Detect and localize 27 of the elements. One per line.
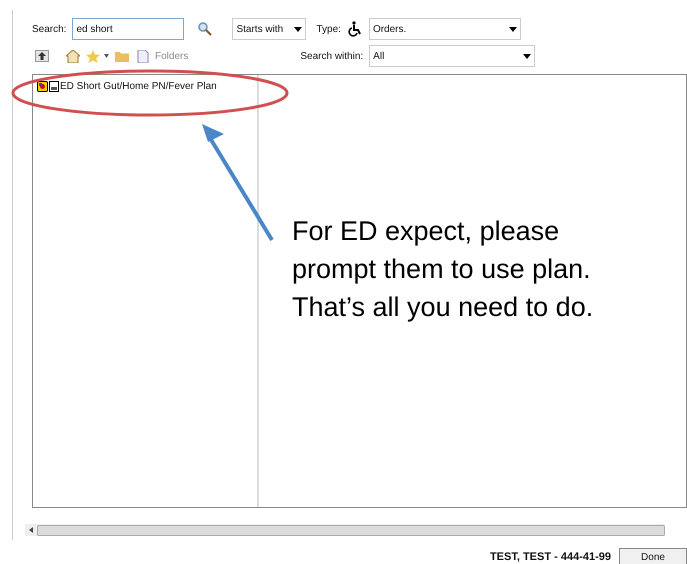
plan-item[interactable]: ED Short Gut/Home PN/Fever Plan bbox=[60, 79, 217, 94]
type-dropdown[interactable]: Orders. bbox=[368, 18, 521, 40]
search-within-label: Search within: bbox=[300, 50, 364, 64]
match-mode-dropdown[interactable]: Starts with bbox=[232, 18, 306, 40]
caret-icon bbox=[508, 26, 517, 32]
patient-info: TEST, TEST - 444-41-99 bbox=[490, 550, 611, 564]
caret-icon[interactable] bbox=[104, 54, 109, 58]
document-icon[interactable] bbox=[137, 50, 149, 62]
type-label: Type: bbox=[316, 22, 341, 36]
annotation-text: That’s all you need to do. bbox=[292, 291, 594, 324]
plan-icon bbox=[37, 81, 48, 92]
annotation-text: prompt them to use plan. bbox=[292, 253, 592, 286]
search-within-dropdown[interactable]: All bbox=[369, 45, 536, 67]
search-icon[interactable] bbox=[198, 22, 212, 36]
document-icon bbox=[49, 81, 59, 92]
scrollbar-thumb[interactable] bbox=[37, 524, 665, 536]
star-icon[interactable] bbox=[86, 50, 100, 62]
up-folder-icon[interactable] bbox=[35, 50, 49, 62]
search-field[interactable]: ed short bbox=[72, 18, 184, 40]
annotation-text: For ED expect, please bbox=[292, 215, 560, 248]
caret-icon bbox=[294, 26, 302, 32]
caret-icon bbox=[523, 54, 532, 58]
search-label: Search: bbox=[32, 22, 66, 36]
scroll-left-icon[interactable] bbox=[29, 527, 33, 533]
wheelchair-icon bbox=[346, 21, 363, 37]
done-button[interactable]: Done bbox=[619, 548, 687, 564]
home-icon[interactable] bbox=[66, 50, 80, 62]
